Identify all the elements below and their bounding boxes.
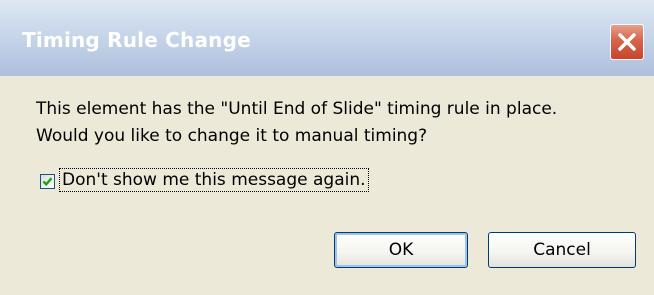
close-button[interactable] [610, 24, 644, 60]
timing-rule-change-dialog: Timing Rule Change This element has the … [0, 0, 654, 295]
dont-show-again-checkbox[interactable] [40, 174, 55, 189]
dialog-title: Timing Rule Change [22, 28, 251, 52]
message-line-2: Would you like to change it to manual ti… [36, 126, 428, 146]
dialog-message: This element has the "Until End of Slide… [36, 96, 557, 150]
close-icon [618, 33, 636, 51]
checkmark-icon [42, 177, 53, 187]
ok-button[interactable]: OK [334, 232, 468, 268]
message-line-1: This element has the "Until End of Slide… [36, 99, 558, 119]
title-bar[interactable]: Timing Rule Change [0, 0, 654, 76]
checkbox-label[interactable]: Don't show me this message again. [59, 168, 369, 192]
cancel-button[interactable]: Cancel [488, 232, 636, 268]
